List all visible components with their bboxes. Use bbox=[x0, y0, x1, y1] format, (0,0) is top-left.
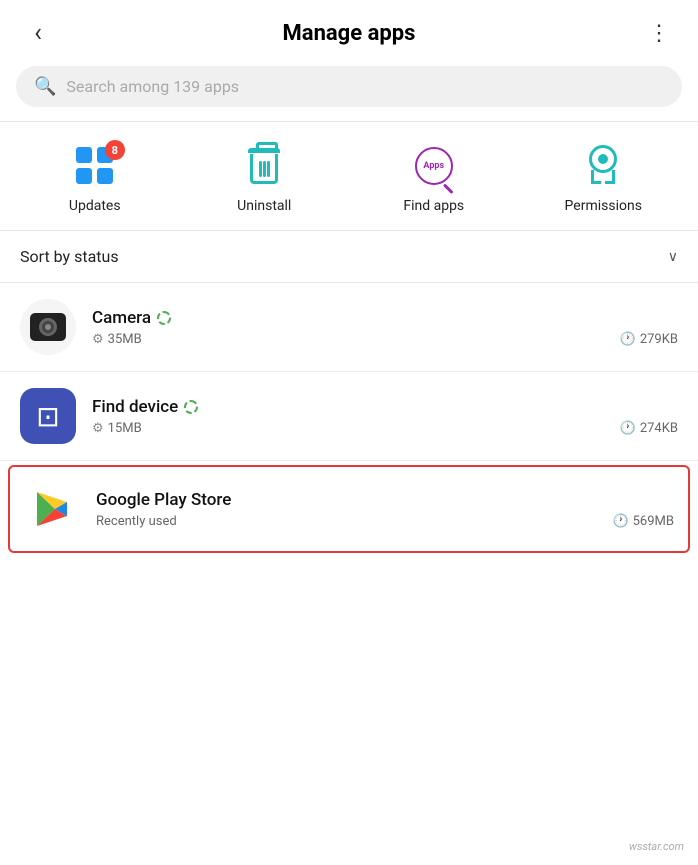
clock-icon-fd: 🕐 bbox=[620, 421, 636, 436]
trash-line-1 bbox=[259, 161, 262, 177]
search-icon: 🔍 bbox=[34, 76, 56, 97]
find-device-meta-row: ⚙ 15MB 🕐 274KB bbox=[92, 421, 678, 436]
updates-action[interactable]: 8 Updates bbox=[55, 142, 135, 214]
play-store-name-row: Google Play Store bbox=[96, 490, 674, 510]
camera-name: Camera bbox=[92, 308, 151, 328]
clock-icon-camera: 🕐 bbox=[620, 332, 636, 347]
trash-icon bbox=[248, 148, 280, 184]
play-store-icon-bg bbox=[24, 481, 80, 537]
more-options-button[interactable]: ⋮ bbox=[642, 21, 678, 46]
find-device-info: Find device ⚙ 15MB 🕐 274KB bbox=[92, 397, 678, 436]
find-device-status-dot bbox=[184, 400, 198, 414]
find-apps-icon-wrap: Apps bbox=[406, 142, 462, 190]
find-device-icon-inner: ⊡ bbox=[36, 400, 59, 433]
perm-inner-circle bbox=[598, 154, 608, 164]
play-store-name: Google Play Store bbox=[96, 490, 231, 510]
camera-size: ⚙ 35MB bbox=[92, 332, 142, 347]
search-bar[interactable]: 🔍 Search among 139 apps bbox=[16, 66, 682, 107]
search-input[interactable]: Search among 139 apps bbox=[66, 77, 239, 96]
app-list: Camera ⚙ 35MB 🕐 279KB ⊡ Find device bbox=[0, 283, 698, 553]
page-title: Manage apps bbox=[283, 21, 416, 46]
camera-body bbox=[30, 313, 66, 341]
play-store-size: 🕐 569MB bbox=[612, 514, 674, 529]
trash-line-2 bbox=[263, 161, 266, 177]
find-apps-icon: Apps bbox=[412, 144, 456, 188]
sort-row[interactable]: Sort by status ∨ bbox=[0, 231, 698, 282]
find-device-size: ⚙ 15MB bbox=[92, 421, 142, 436]
cpu-icon: ⚙ bbox=[92, 332, 104, 347]
perm-ribbon-left bbox=[591, 170, 601, 184]
icon-sq-tl bbox=[76, 147, 92, 163]
updates-label: Updates bbox=[69, 198, 121, 214]
updates-icon-wrap: 8 bbox=[67, 142, 123, 190]
header: ‹ Manage apps ⋮ bbox=[0, 0, 698, 62]
camera-info: Camera ⚙ 35MB 🕐 279KB bbox=[92, 308, 678, 347]
camera-lens bbox=[39, 318, 57, 336]
find-apps-label: Find apps bbox=[403, 198, 464, 214]
app-item-play-store[interactable]: Google Play Store Recently used 🕐 569MB bbox=[8, 465, 690, 553]
updates-badge: 8 bbox=[105, 140, 125, 160]
camera-cache: 🕐 279KB bbox=[620, 332, 678, 347]
permissions-action[interactable]: Permissions bbox=[563, 142, 643, 214]
play-store-recently-used: Recently used bbox=[96, 514, 177, 529]
icon-sq-bl bbox=[76, 168, 92, 184]
sort-chevron-icon: ∨ bbox=[668, 249, 678, 265]
back-button[interactable]: ‹ bbox=[20, 18, 56, 48]
permissions-icon-wrap bbox=[575, 142, 631, 190]
permissions-icon bbox=[585, 145, 621, 187]
find-device-icon: ⊡ bbox=[20, 388, 76, 444]
uninstall-icon-wrap bbox=[236, 142, 292, 190]
perm-ribbons bbox=[591, 171, 615, 184]
play-store-meta-row: Recently used 🕐 569MB bbox=[96, 514, 674, 529]
perm-circle bbox=[589, 145, 617, 173]
uninstall-action[interactable]: Uninstall bbox=[224, 142, 304, 214]
find-device-cache: 🕐 274KB bbox=[620, 421, 678, 436]
watermark: wsstar.com bbox=[629, 840, 684, 853]
camera-status-dot bbox=[157, 311, 171, 325]
trash-line-3 bbox=[267, 161, 270, 177]
play-store-icon bbox=[31, 488, 73, 530]
app-item-camera[interactable]: Camera ⚙ 35MB 🕐 279KB bbox=[0, 283, 698, 372]
find-apps-handle bbox=[443, 183, 454, 194]
sort-label: Sort by status bbox=[20, 247, 119, 266]
camera-icon bbox=[20, 299, 76, 355]
trash-body bbox=[250, 154, 278, 184]
play-store-info: Google Play Store Recently used 🕐 569MB bbox=[96, 490, 674, 529]
quick-actions-row: 8 Updates Uninstall Apps bbox=[0, 122, 698, 230]
icon-sq-br bbox=[97, 168, 113, 184]
perm-ribbon-right bbox=[605, 170, 615, 184]
clock-icon-ps: 🕐 bbox=[612, 514, 628, 529]
trash-lid bbox=[248, 148, 280, 153]
find-apps-action[interactable]: Apps Find apps bbox=[394, 142, 474, 214]
permissions-label: Permissions bbox=[565, 198, 642, 214]
camera-meta-row: ⚙ 35MB 🕐 279KB bbox=[92, 332, 678, 347]
uninstall-label: Uninstall bbox=[237, 198, 291, 214]
find-apps-circle: Apps bbox=[415, 147, 453, 185]
find-device-name-row: Find device bbox=[92, 397, 678, 417]
camera-name-row: Camera bbox=[92, 308, 678, 328]
find-device-name: Find device bbox=[92, 397, 178, 417]
cpu-icon-fd: ⚙ bbox=[92, 421, 104, 436]
camera-lens-inner bbox=[45, 324, 51, 330]
app-item-find-device[interactable]: ⊡ Find device ⚙ 15MB 🕐 274KB bbox=[0, 372, 698, 461]
